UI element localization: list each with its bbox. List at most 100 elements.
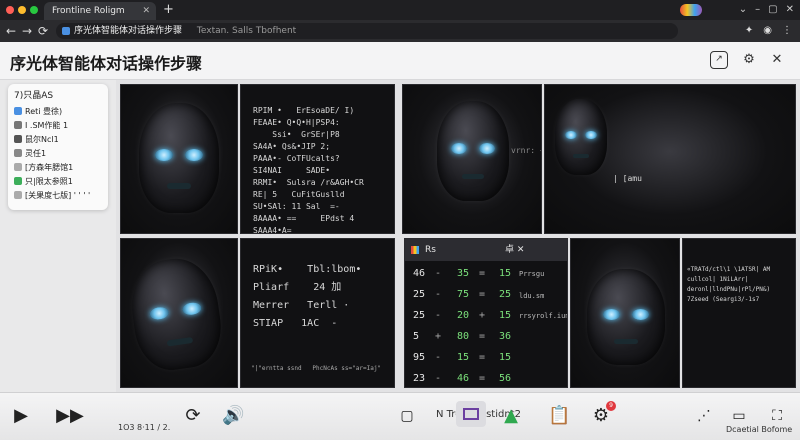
close-icon[interactable]: ✕ <box>786 2 794 18</box>
menu-item[interactable]: 鼠尔Ncl1 <box>14 133 102 147</box>
code-line: SA4A• Qs&•JIP 2; <box>253 142 331 151</box>
repeat-icon: ⟳ <box>185 405 201 426</box>
menu-item[interactable]: I .SM作能 1 <box>14 119 102 133</box>
address-input[interactable]: 序光体智能体对话操作步骤 Textan. Salls Tbofhent <box>56 23 678 39</box>
menu-item-label: Reti 豊徐) <box>25 107 63 116</box>
table-row[interactable]: 5 +80 = 36 <box>405 326 567 348</box>
drive-button[interactable]: ▲ <box>500 403 522 429</box>
browser-tab-bar: Frontline Roligm ✕ + ⌄ – ▢ ✕ <box>0 0 800 20</box>
chevron-down-icon[interactable]: ⌄ <box>739 2 747 18</box>
address-bar-row: ← → ⟳ 序光体智能体对话操作步骤 Textan. Salls Tbofhen… <box>0 20 800 42</box>
robot-mouth <box>462 174 484 179</box>
code-footer: "|"erntta ssnd PhcNcAs ss="ar=Iaj" <box>251 365 382 372</box>
table-header: Rs 卓 ✕ <box>405 239 567 261</box>
menu-item[interactable]: [方森年腮馆1 <box>14 161 102 175</box>
forward-arrow-icon[interactable]: → <box>22 23 32 39</box>
fullscreen-button[interactable]: ⛶ <box>766 403 788 429</box>
table-row[interactable]: 25-75 = 25 <box>405 284 567 306</box>
close-page-button[interactable]: ✕ <box>768 51 786 69</box>
table-row[interactable]: 23- 46 = 56 <box>405 368 567 387</box>
chart-icon <box>411 246 419 254</box>
minimize-window-button[interactable] <box>18 6 26 14</box>
menu-item[interactable]: Reti 豊徐) <box>14 105 102 119</box>
page-header: 序光体智能体对话操作步骤 ↗ ⚙ ✕ <box>0 42 800 80</box>
reload-icon[interactable]: ⟳ <box>38 23 48 39</box>
code-line: «TRATd/ctl\1 \1ATSR| AM <box>687 266 771 273</box>
new-tab-button[interactable]: + <box>163 1 174 19</box>
settings-button[interactable]: ⚙ 9 <box>588 401 616 429</box>
open-external-button[interactable]: ↗ <box>710 51 728 69</box>
code-text-1: RPIM • ErEsoaDE/ I) FEAAE• Q•Q•H|PSP4: Ss… <box>253 105 364 233</box>
table-cell: = <box>479 352 486 363</box>
menu-item-icon <box>14 121 22 129</box>
profile-avatar-icon[interactable]: ◉ <box>763 23 772 39</box>
play-icon: ▶ <box>14 405 28 426</box>
extensions-icon[interactable]: ✦ <box>745 23 753 39</box>
menu-item-label: [关果度七版] ' ' ' ' <box>25 191 91 200</box>
table-cell: 5 <box>413 331 420 342</box>
back-arrow-icon[interactable]: ← <box>6 23 16 39</box>
menu-item-icon <box>14 191 22 199</box>
play-button[interactable]: ▶ <box>10 403 32 429</box>
robot-head-image <box>555 99 607 175</box>
close-window-button[interactable] <box>6 6 14 14</box>
table-row[interactable]: 46-35 = 15 Prrsgu ldu.sm <box>405 263 567 300</box>
table-header-controls[interactable]: 卓 ✕ <box>505 239 524 261</box>
page-title: 序光体智能体对话操作步骤 <box>10 54 203 73</box>
profile-icon[interactable] <box>680 4 702 16</box>
table-cell: - <box>435 373 442 384</box>
robot-face-panel-1 <box>120 84 238 234</box>
maximize-icon[interactable]: ▢ <box>768 2 777 18</box>
time-readout: 1O3 8·11 / 2. <box>118 423 171 432</box>
robot-head-image <box>587 269 665 365</box>
close-tab-icon[interactable]: ✕ <box>142 2 150 20</box>
more-menu-icon[interactable]: ⋮ <box>782 23 792 39</box>
drive-icon: ▲ <box>504 405 518 426</box>
table-row[interactable]: 25- 20 +15 rrsyrolf.ium <box>405 305 567 327</box>
table-cell: = <box>479 268 486 279</box>
clipboard-button[interactable]: 📋 <box>548 403 570 429</box>
table-cell: 20 <box>457 310 470 321</box>
menu-item-label: 灵任1 <box>25 149 47 158</box>
code-text-5: «TRATd/ctl\1 \1ATSR| AM cullcol| 1NiLArr|… <box>687 265 770 305</box>
robot-face-panel-2: vrnr: ~ ~ ~ <box>402 84 542 234</box>
robot-mouth <box>166 337 194 347</box>
code-panel-3: «TRATd/ctl\1 \1ATSR| AM cullcol| 1NiLArr|… <box>682 238 796 388</box>
menu-list: Reti 豊徐) I .SM作能 1 鼠尔Ncl1 灵任1 [方森年腮馆1 只|限太参照1… <box>14 105 102 203</box>
window-icon: ▢ <box>400 408 414 424</box>
robot-eye-right <box>632 309 650 320</box>
minimize-icon[interactable]: – <box>755 2 760 18</box>
address-secondary-text: Textan. Salls Tbofhent <box>196 26 297 36</box>
robot-eye-left <box>565 130 577 140</box>
browser-tab[interactable]: Frontline Roligm ✕ <box>44 2 156 20</box>
table-cell: 46 <box>457 373 470 384</box>
code-line: RRMI• Sulsra /r&AGH•CR <box>253 178 364 187</box>
menu-item[interactable]: [关果度七版] ' ' ' ' <box>14 189 102 203</box>
volume-button[interactable]: 🔊 <box>222 403 244 429</box>
code-text-2: RPiK• Tbl:lbom• Pliarf 24 加 Merrer Terll ·… <box>253 261 361 333</box>
robot-eye-left <box>602 309 620 320</box>
window-button[interactable]: ▢ <box>396 403 418 429</box>
robot-eye-left <box>451 143 468 154</box>
table-cell: rrsyrolf.ium <box>519 312 568 320</box>
skip-forward-button[interactable]: ▶▶ <box>48 403 92 429</box>
next-icon: ▶▶ <box>56 405 84 426</box>
code-line: RPiK• Tbl:lbom• <box>253 264 362 275</box>
zoom-window-button[interactable] <box>30 6 38 14</box>
repeat-button[interactable]: ⟳ <box>182 403 204 429</box>
table-cell: 80 <box>457 331 470 342</box>
media-library-button[interactable] <box>456 401 486 427</box>
tab-title: Frontline Roligm <box>52 6 125 16</box>
menu-item-icon <box>14 163 22 171</box>
menu-item[interactable]: 只|限太参照1 <box>14 175 102 189</box>
menu-item[interactable]: 灵任1 <box>14 147 102 161</box>
robot-eye-left <box>155 149 173 162</box>
code-line: | [amu <box>613 174 642 183</box>
code-line: vrnr: ~ ~ ~ <box>511 146 541 155</box>
menu-item-icon <box>14 135 22 143</box>
table-row[interactable]: 95- 15 = 15 <box>405 347 567 369</box>
share-button[interactable]: ⋰ <box>694 403 714 429</box>
settings-gear-button[interactable]: ⚙ <box>740 51 758 69</box>
table-cell: 25 <box>413 310 426 321</box>
menu-item-label: 只|限太参照1 <box>25 177 73 186</box>
